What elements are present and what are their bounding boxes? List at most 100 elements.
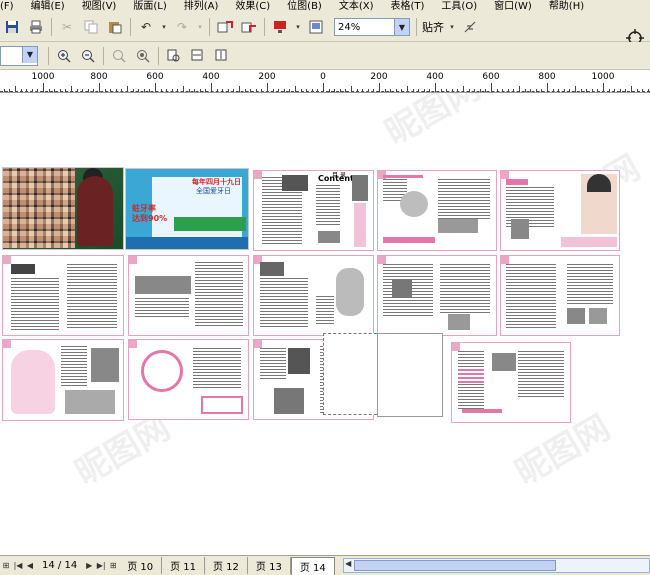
- tab-page-13[interactable]: 页 13: [248, 557, 291, 574]
- property-toolbar: ▼: [0, 42, 650, 70]
- page-corner-marker: [254, 340, 262, 348]
- page-thumbnail-14[interactable]: [451, 342, 571, 423]
- empty-page-thumbnail[interactable]: [377, 333, 443, 417]
- add-page-icon[interactable]: ⊞: [107, 561, 119, 570]
- menu-bitmaps[interactable]: 位图(B): [279, 0, 331, 13]
- text-block: [260, 278, 308, 328]
- text-block: [438, 179, 490, 219]
- snap-options-icon[interactable]: [460, 17, 480, 37]
- object-combo[interactable]: ▼: [0, 45, 38, 66]
- toolbar-separator: [416, 18, 417, 36]
- page-thumbnail-8[interactable]: [253, 255, 374, 336]
- woman-hair: [587, 174, 611, 192]
- previous-page-button[interactable]: ◀: [24, 561, 36, 570]
- ruler-baseline: [0, 90, 650, 92]
- faces-collage-overlay: [3, 168, 75, 248]
- snap-to-button[interactable]: 贴齐: [420, 19, 446, 35]
- redo-icon[interactable]: ↷: [172, 17, 192, 37]
- zoom-out-icon[interactable]: [78, 46, 98, 66]
- zoom-page-icon[interactable]: [164, 46, 184, 66]
- copy-icon[interactable]: [81, 17, 101, 37]
- menu-effects[interactable]: 效果(C): [227, 0, 279, 13]
- menu-file[interactable]: (F): [0, 0, 23, 13]
- page-navigator: ⊞ |◀ ◀ 14 / 14 ▶ ▶| ⊞ 页 10 页 11 页 12 页 1…: [0, 555, 650, 575]
- print-icon[interactable]: [26, 17, 46, 37]
- page-corner-marker: [129, 256, 137, 264]
- title-graphic: [260, 262, 284, 276]
- chevron-down-icon[interactable]: ▼: [22, 46, 37, 63]
- page-thumbnail-cover-front[interactable]: [2, 167, 124, 250]
- first-page-icon[interactable]: ⊞: [0, 561, 12, 570]
- menu-help[interactable]: 帮助(H): [541, 0, 593, 13]
- horizontal-scrollbar[interactable]: ◀: [342, 558, 650, 573]
- poster-green-banner: [174, 217, 246, 231]
- page-corner-marker: [501, 256, 509, 264]
- page-thumbnail-6[interactable]: [2, 255, 124, 336]
- export-icon[interactable]: [239, 17, 259, 37]
- page-thumbnail-cover-back[interactable]: 每年四月十九日 全国爱牙日 蛀牙率 达到90%: [125, 168, 249, 250]
- pink-caption-bar: [462, 409, 502, 413]
- undo-dropdown-icon[interactable]: ▾: [160, 17, 168, 37]
- tab-page-12[interactable]: 页 12: [205, 557, 248, 574]
- pink-text-bars: [458, 369, 484, 383]
- paste-icon[interactable]: [105, 17, 125, 37]
- zoom-selected-icon[interactable]: [109, 46, 129, 66]
- horizontal-ruler[interactable]: 1000 800 600 400 200 0 200 400 600 800 1000: [0, 70, 650, 93]
- photo-image: [589, 308, 607, 324]
- cut-icon[interactable]: ✂: [57, 17, 77, 37]
- menu-text[interactable]: 文本(X): [331, 0, 383, 13]
- menu-layout[interactable]: 版面(L): [125, 0, 175, 13]
- zoom-height-icon[interactable]: [212, 46, 232, 66]
- page-corner-marker: [129, 340, 137, 348]
- page-thumbnail-5[interactable]: [500, 170, 620, 251]
- tooth-diagram: [11, 350, 55, 414]
- page-counter: 14 / 14: [42, 560, 78, 571]
- zoom-level-dropdown[interactable]: 24% ▼: [334, 18, 410, 36]
- cartoon-illustration: [91, 348, 119, 382]
- page-thumbnail-9[interactable]: [377, 255, 497, 336]
- chevron-down-icon[interactable]: ▼: [394, 19, 409, 35]
- menu-window[interactable]: 窗口(W): [486, 0, 541, 13]
- ruler-label: 400: [202, 72, 220, 82]
- text-block: [316, 296, 334, 326]
- welcome-screen-icon[interactable]: [306, 17, 326, 37]
- zoom-all-icon[interactable]: [133, 46, 153, 66]
- application-launcher-icon[interactable]: [270, 17, 290, 37]
- undo-icon[interactable]: ↶: [136, 17, 156, 37]
- tab-page-14[interactable]: 页 14: [290, 556, 335, 575]
- tab-page-11[interactable]: 页 11: [162, 557, 205, 574]
- menu-tools[interactable]: 工具(O): [433, 0, 486, 13]
- photo-image: [448, 314, 470, 330]
- menu-table[interactable]: 表格(T): [383, 0, 434, 13]
- photo-strip: [135, 276, 191, 294]
- page-thumbnail-7[interactable]: [128, 255, 249, 336]
- text-block: [518, 351, 564, 399]
- tab-page-10[interactable]: 页 10: [119, 557, 163, 574]
- next-page-button[interactable]: ▶: [83, 561, 95, 570]
- scrollbar-thumb[interactable]: [353, 560, 556, 571]
- pink-footer: [561, 237, 617, 247]
- document-canvas[interactable]: 昵图网 昵图网 昵图网 昵图网 每年四月十九日 全国爱牙日 蛀牙率 达到90% …: [0, 93, 650, 555]
- page-thumbnail-11[interactable]: [2, 339, 124, 421]
- snap-dropdown-icon[interactable]: ▾: [448, 17, 456, 37]
- first-page-button[interactable]: |◀: [12, 561, 24, 570]
- scroll-left-icon[interactable]: ◀: [344, 559, 353, 570]
- menu-view[interactable]: 视图(V): [74, 0, 126, 13]
- circle-diagram: [141, 350, 183, 392]
- menu-arrange[interactable]: 排列(A): [176, 0, 228, 13]
- menu-edit[interactable]: 编辑(E): [23, 0, 74, 13]
- page-thumbnail-3[interactable]: Contents 目 录: [253, 170, 374, 251]
- import-icon[interactable]: [215, 17, 235, 37]
- zoom-in-icon[interactable]: [54, 46, 74, 66]
- toolbar-separator: [51, 18, 52, 36]
- text-block: [506, 264, 556, 328]
- last-page-button[interactable]: ▶|: [95, 561, 107, 570]
- save-icon[interactable]: [2, 17, 22, 37]
- toolbar-separator: [264, 18, 265, 36]
- zoom-width-icon[interactable]: [188, 46, 208, 66]
- redo-dropdown-icon[interactable]: ▾: [196, 17, 204, 37]
- page-thumbnail-10[interactable]: [500, 255, 620, 336]
- application-launcher-dropdown-icon[interactable]: ▾: [294, 17, 302, 37]
- page-thumbnail-12[interactable]: [128, 339, 249, 420]
- page-thumbnail-4[interactable]: [377, 170, 497, 251]
